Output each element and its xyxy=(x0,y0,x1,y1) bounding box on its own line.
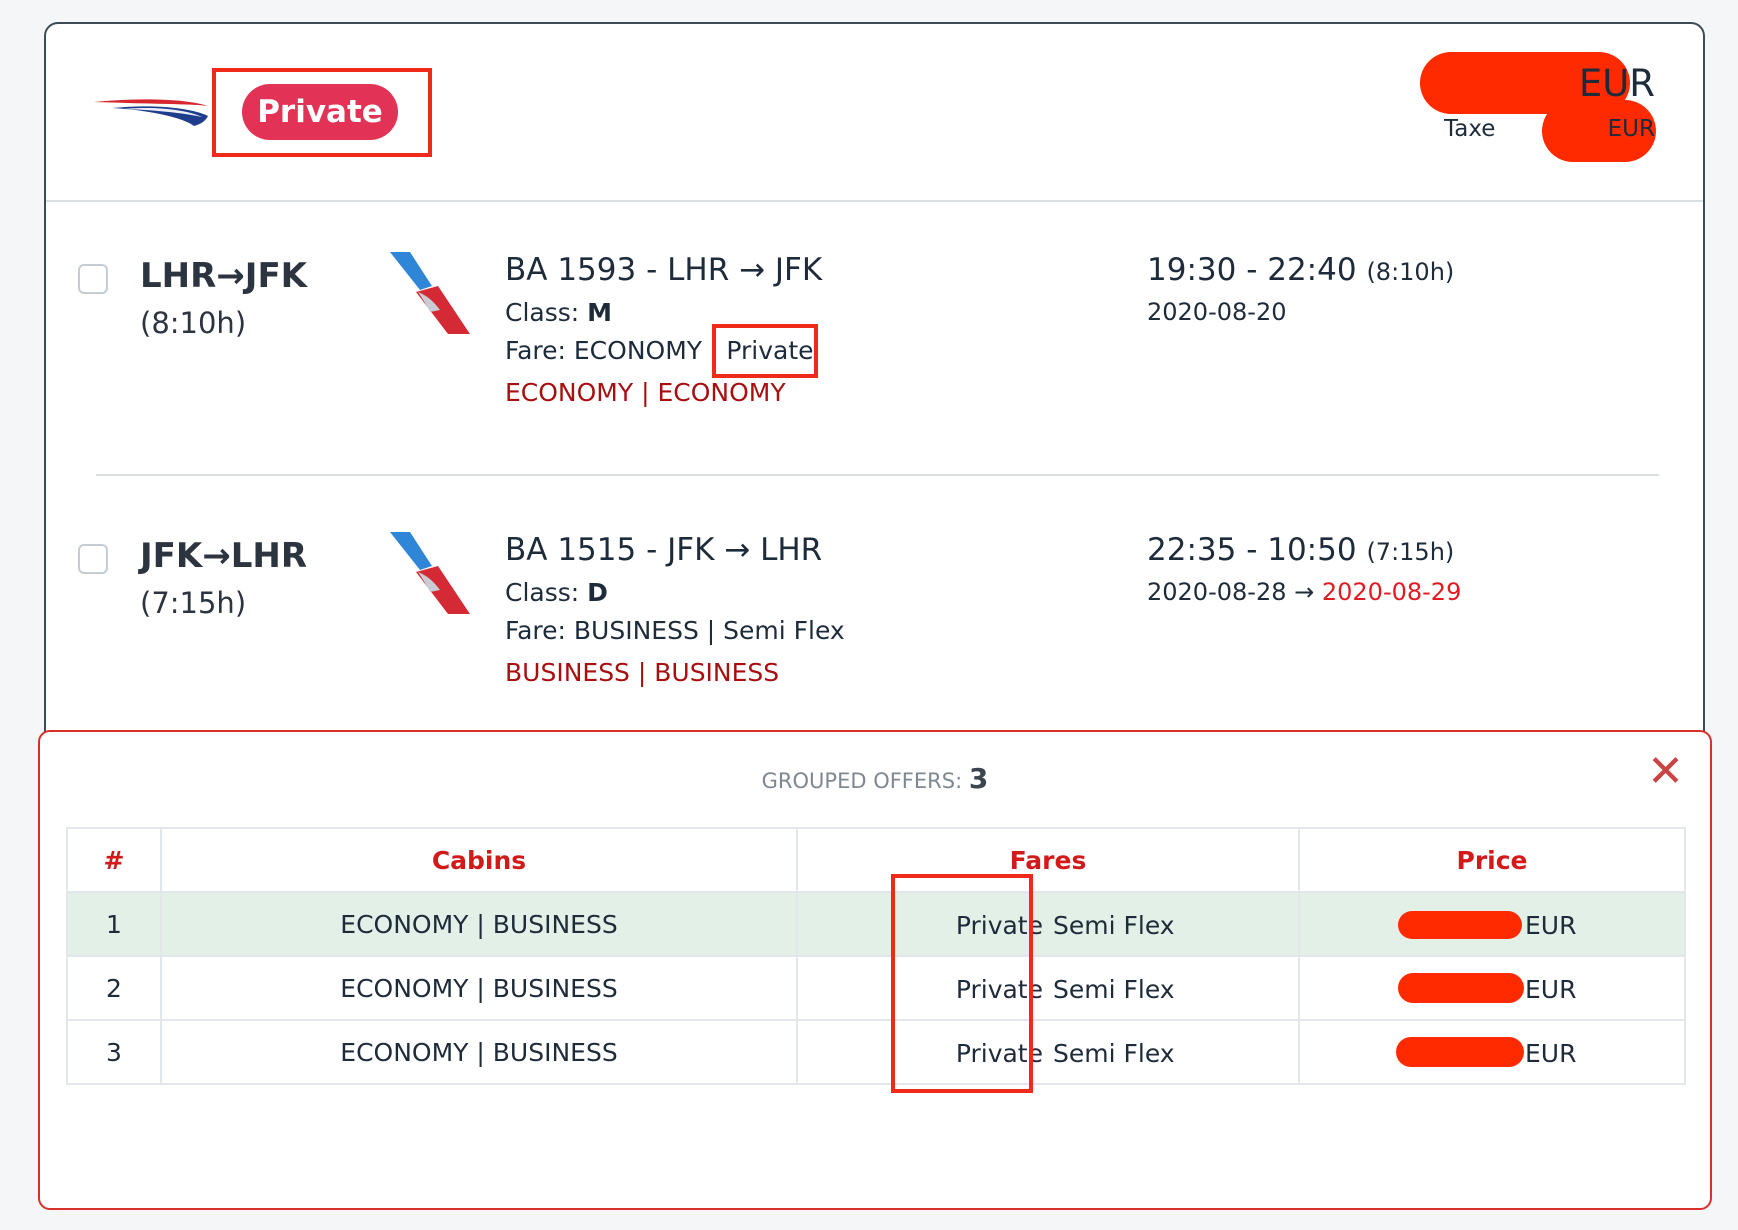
row-fares: Private Semi Flex xyxy=(796,955,1300,1021)
offer-card: Private EUR Taxe EUR LHR→JFK (8:10h) BA … xyxy=(44,22,1705,782)
column-header-price: Price xyxy=(1298,827,1686,893)
fare-semi-flex: Semi Flex xyxy=(1053,975,1175,1004)
class-label: Class: xyxy=(505,578,580,607)
time-duration: (7:15h) xyxy=(1366,538,1455,566)
row-cabins: ECONOMY | BUSINESS xyxy=(160,955,798,1021)
time-range: 22:35 - 10:50 xyxy=(1147,532,1357,568)
total-price-currency: EUR xyxy=(1578,62,1655,105)
flight-dates: 2020-08-28 → 2020-08-29 xyxy=(1147,578,1461,606)
fare-semi-flex: Semi Flex xyxy=(1053,911,1175,940)
row-price: EUR xyxy=(1298,1019,1686,1085)
time-range: 19:30 - 22:40 xyxy=(1147,252,1357,288)
price-redaction xyxy=(1398,911,1522,939)
tax-label: Taxe xyxy=(1444,116,1496,142)
column-header-number: # xyxy=(66,827,162,893)
row-cabins: ECONOMY | BUSINESS xyxy=(160,891,798,957)
row-price: EUR xyxy=(1298,891,1686,957)
segment-outbound: LHR→JFK (8:10h) BA 1593 - LHR → JFK Clas… xyxy=(46,202,1703,442)
american-airlines-tail-icon xyxy=(390,532,470,614)
british-airways-logo-icon xyxy=(94,99,208,126)
fare-highlight-box xyxy=(712,324,818,378)
offers-table: # Cabins Fares Price 1 ECONOMY | BUSINES… xyxy=(66,827,1686,1085)
class-line: Class: D xyxy=(505,578,608,607)
segment-duration: (7:15h) xyxy=(140,586,247,620)
segment-route: LHR→JFK xyxy=(140,256,308,296)
price-redaction xyxy=(1398,973,1524,1003)
price-currency: EUR xyxy=(1525,1039,1577,1068)
segment-duration: (8:10h) xyxy=(140,306,247,340)
time-duration: (8:10h) xyxy=(1366,258,1455,286)
row-number: 1 xyxy=(66,891,162,957)
close-icon[interactable]: ✕ xyxy=(1647,750,1684,794)
flight-title: BA 1515 - JFK → LHR xyxy=(505,532,823,568)
grouped-offers-panel: GROUPED OFFERS: 3 ✕ # Cabins Fares Price… xyxy=(38,730,1712,1210)
grouped-offers-title: GROUPED OFFERS: 3 xyxy=(40,762,1710,795)
price-currency: EUR xyxy=(1525,975,1577,1004)
row-fares: Private Semi Flex xyxy=(796,1019,1300,1085)
flight-title: BA 1593 - LHR → JFK xyxy=(505,252,823,288)
segment-inbound: JFK→LHR (7:15h) BA 1515 - JFK → LHR Clas… xyxy=(46,464,1703,704)
departure-date: 2020-08-28 → xyxy=(1147,578,1315,606)
tax-currency: EUR xyxy=(1607,116,1655,142)
class-value: M xyxy=(587,298,613,327)
fares-highlight-box xyxy=(891,874,1033,1093)
row-cabins: ECONOMY | BUSINESS xyxy=(160,1019,798,1085)
column-header-fares: Fares xyxy=(796,827,1300,893)
flight-times: 19:30 - 22:40 (8:10h) xyxy=(1147,252,1454,288)
arrival-date: 2020-08-29 xyxy=(1321,578,1462,606)
cabin-classes: ECONOMY | ECONOMY xyxy=(505,378,786,407)
table-row[interactable]: 1 ECONOMY | BUSINESS Private Semi Flex E… xyxy=(66,891,1686,957)
segment-checkbox[interactable] xyxy=(78,544,108,574)
fare-line: Fare: BUSINESS | Semi Flex xyxy=(505,616,845,645)
cabin-classes: BUSINESS | BUSINESS xyxy=(505,658,780,687)
fare-semi-flex: Semi Flex xyxy=(1053,1039,1175,1068)
flight-times: 22:35 - 10:50 (7:15h) xyxy=(1147,532,1454,568)
segment-route: JFK→LHR xyxy=(140,536,308,576)
table-row[interactable]: 2 ECONOMY | BUSINESS Private Semi Flex E… xyxy=(66,955,1686,1021)
private-badge: Private xyxy=(242,84,398,140)
segment-checkbox[interactable] xyxy=(78,264,108,294)
grouped-label: GROUPED OFFERS: xyxy=(761,769,963,793)
class-line: Class: M xyxy=(505,298,612,327)
row-number: 2 xyxy=(66,955,162,1021)
grouped-count: 3 xyxy=(968,762,989,795)
row-price: EUR xyxy=(1298,955,1686,1021)
fare-text: Fare: ECONOMY | xyxy=(505,336,719,365)
flight-date: 2020-08-20 xyxy=(1147,298,1287,326)
table-header-row: # Cabins Fares Price xyxy=(66,827,1686,893)
row-fares: Private Semi Flex xyxy=(796,891,1300,957)
class-label: Class: xyxy=(505,298,580,327)
column-header-cabins: Cabins xyxy=(160,827,798,893)
class-value: D xyxy=(587,578,608,607)
offer-header: Private EUR Taxe EUR xyxy=(46,24,1703,202)
price-redaction xyxy=(1396,1037,1524,1067)
price-currency: EUR xyxy=(1525,911,1577,940)
row-number: 3 xyxy=(66,1019,162,1085)
american-airlines-tail-icon xyxy=(390,252,470,334)
table-row[interactable]: 3 ECONOMY | BUSINESS Private Semi Flex E… xyxy=(66,1019,1686,1085)
